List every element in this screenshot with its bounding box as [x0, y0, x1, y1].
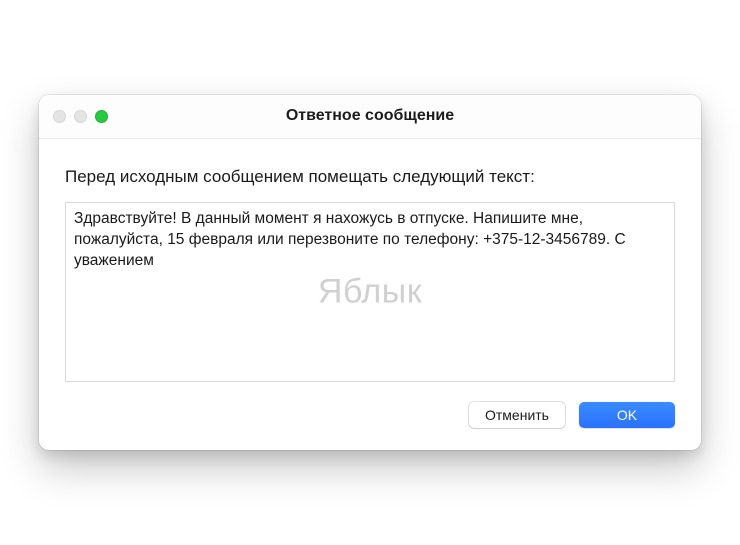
- cancel-button[interactable]: Отменить: [469, 402, 565, 428]
- ok-button[interactable]: OK: [579, 402, 675, 428]
- button-row: Отменить OK: [65, 402, 675, 428]
- prompt-label: Перед исходным сообщением помещать следу…: [65, 165, 675, 189]
- dialog-content: Перед исходным сообщением помещать следу…: [39, 139, 701, 451]
- reply-text-container: Яблык Здравствуйте! В данный момент я на…: [65, 202, 675, 382]
- titlebar: Ответное сообщение: [39, 95, 701, 139]
- reply-textarea[interactable]: Здравствуйте! В данный момент я нахожусь…: [66, 203, 674, 381]
- traffic-lights: [53, 110, 108, 123]
- close-icon[interactable]: [53, 110, 66, 123]
- window-title: Ответное сообщение: [39, 107, 701, 125]
- zoom-icon[interactable]: [95, 110, 108, 123]
- dialog-window: Ответное сообщение Перед исходным сообще…: [39, 95, 701, 451]
- minimize-icon[interactable]: [74, 110, 87, 123]
